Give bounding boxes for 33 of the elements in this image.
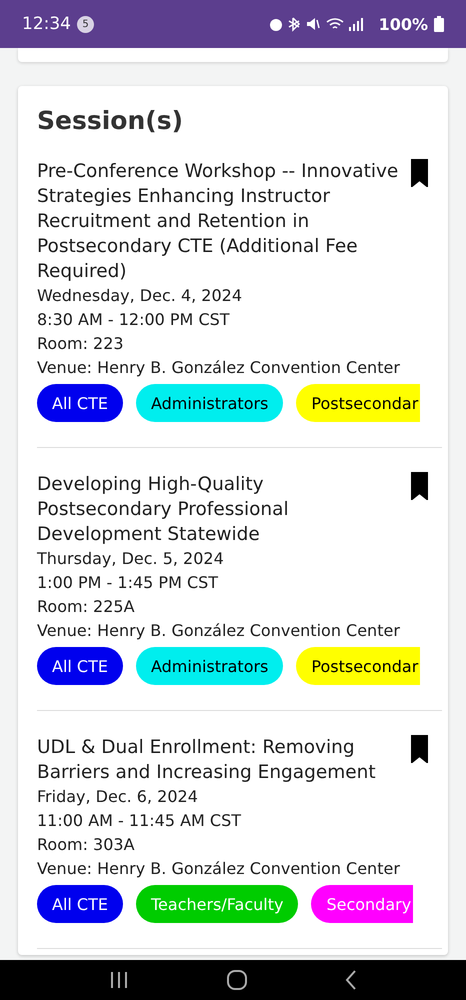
session-venue: Venue: Henry B. González Convention Center xyxy=(37,357,401,379)
audience-tag[interactable]: All CTE xyxy=(37,885,123,923)
session-date: Wednesday, Dec. 4, 2024 xyxy=(37,285,244,307)
session-title[interactable]: Pre-Conference Workshop -- Innovative Strategies Enhancing Instructor Recruitment and Retention in Postsecondary CTE (Additional Fee Required) xyxy=(37,159,401,284)
session-time: 8:30 AM - 12:00 PM CST xyxy=(37,309,231,331)
notification-count: 5 xyxy=(77,16,94,32)
session-venue: Venue: Henry B. González Convention Center xyxy=(37,620,401,642)
clock-time: 12:34 xyxy=(22,14,71,34)
audience-tag[interactable]: Administrators xyxy=(136,647,284,685)
audience-tag[interactable]: Postsecondar xyxy=(296,647,420,685)
battery-level: 100% xyxy=(378,14,428,34)
section-title: Session(s) xyxy=(37,106,184,135)
session-title[interactable]: Developing High-Quality Postsecondary Professional Development Statewide xyxy=(37,472,401,547)
bookmark-icon[interactable] xyxy=(411,159,428,187)
session-room: Room: 225A xyxy=(37,596,136,618)
session-time: 1:00 PM - 1:45 PM CST xyxy=(37,572,220,594)
bookmark-icon[interactable] xyxy=(411,735,428,763)
battery-icon xyxy=(434,16,444,32)
session-title[interactable]: UDL & Dual Enrollment: Removing Barriers and Increasing Engagement xyxy=(37,735,401,785)
session-venue: Venue: Henry B. González Convention Center xyxy=(37,858,401,880)
session-time: 11:00 AM - 11:45 AM CST xyxy=(37,810,242,832)
audience-tag[interactable]: All CTE xyxy=(37,647,123,685)
audience-tag[interactable]: Administrators xyxy=(136,384,284,422)
audience-tag[interactable]: All CTE xyxy=(37,384,123,422)
back-icon[interactable] xyxy=(345,970,357,990)
session-date: Thursday, Dec. 5, 2024 xyxy=(37,548,225,570)
audience-tag[interactable]: Postsecondar xyxy=(296,384,420,422)
session-room: Room: 223 xyxy=(37,333,125,355)
session-date: Friday, Dec. 6, 2024 xyxy=(37,786,199,808)
home-icon[interactable] xyxy=(227,970,247,990)
bookmark-icon[interactable] xyxy=(411,472,428,500)
session-room: Room: 303A xyxy=(37,834,136,856)
recent-apps-icon[interactable] xyxy=(109,971,129,989)
